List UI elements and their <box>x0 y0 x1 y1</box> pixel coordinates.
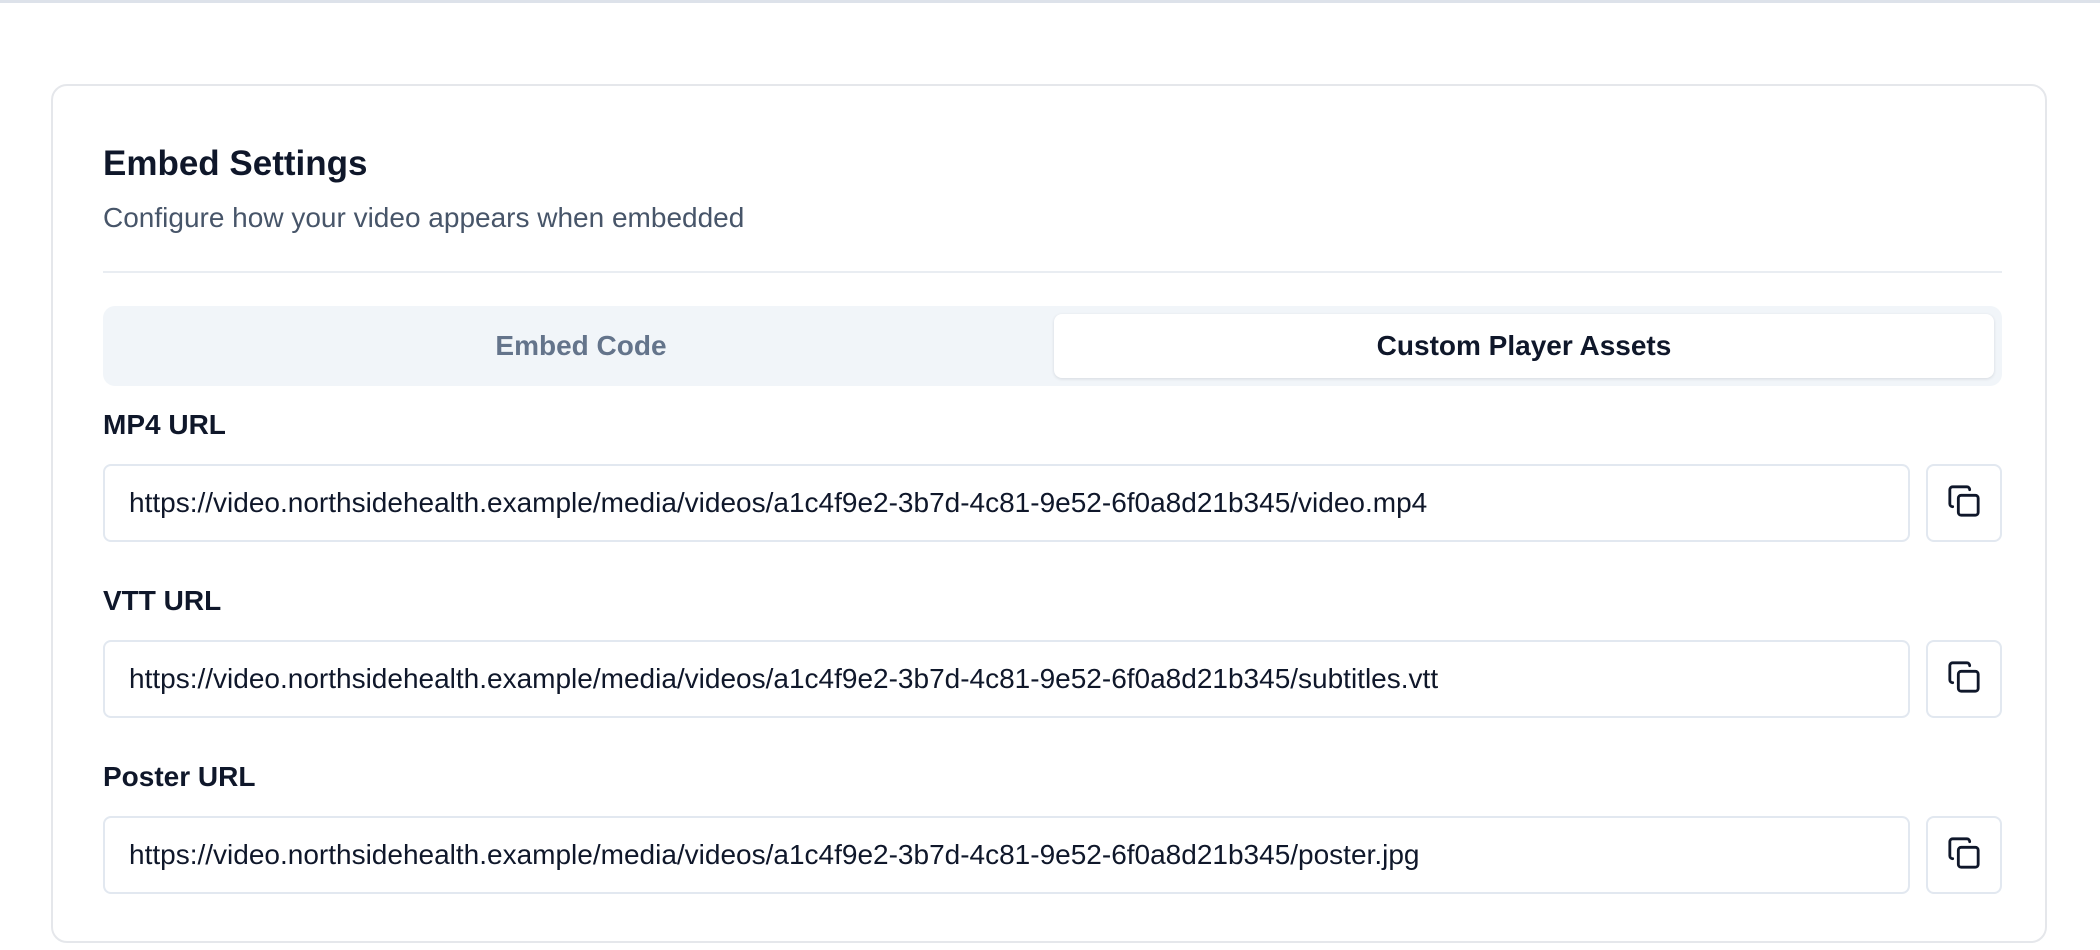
tab-embed-code[interactable]: Embed Code <box>111 314 1051 378</box>
tab-list: Embed Code Custom Player Assets <box>103 306 2002 386</box>
mp4-url-input[interactable] <box>103 464 1910 542</box>
copy-icon <box>1947 836 1981 875</box>
vtt-url-label: VTT URL <box>103 585 222 616</box>
copy-poster-url-button[interactable] <box>1926 816 2002 894</box>
top-border <box>0 0 2100 3</box>
copy-vtt-url-button[interactable] <box>1926 640 2002 718</box>
card-subtitle: Configure how your video appears when em… <box>103 202 745 233</box>
copy-icon <box>1947 484 1981 523</box>
tab-custom-player-assets[interactable]: Custom Player Assets <box>1054 314 1994 378</box>
poster-url-input[interactable] <box>103 816 1910 894</box>
poster-url-label: Poster URL <box>103 761 256 792</box>
copy-mp4-url-button[interactable] <box>1926 464 2002 542</box>
card-title: Embed Settings <box>103 144 368 183</box>
copy-icon <box>1947 660 1981 699</box>
mp4-url-label: MP4 URL <box>103 409 226 440</box>
divider <box>103 271 2002 273</box>
vtt-url-input[interactable] <box>103 640 1910 718</box>
embed-settings-card: Embed Settings Configure how your video … <box>51 84 2047 943</box>
